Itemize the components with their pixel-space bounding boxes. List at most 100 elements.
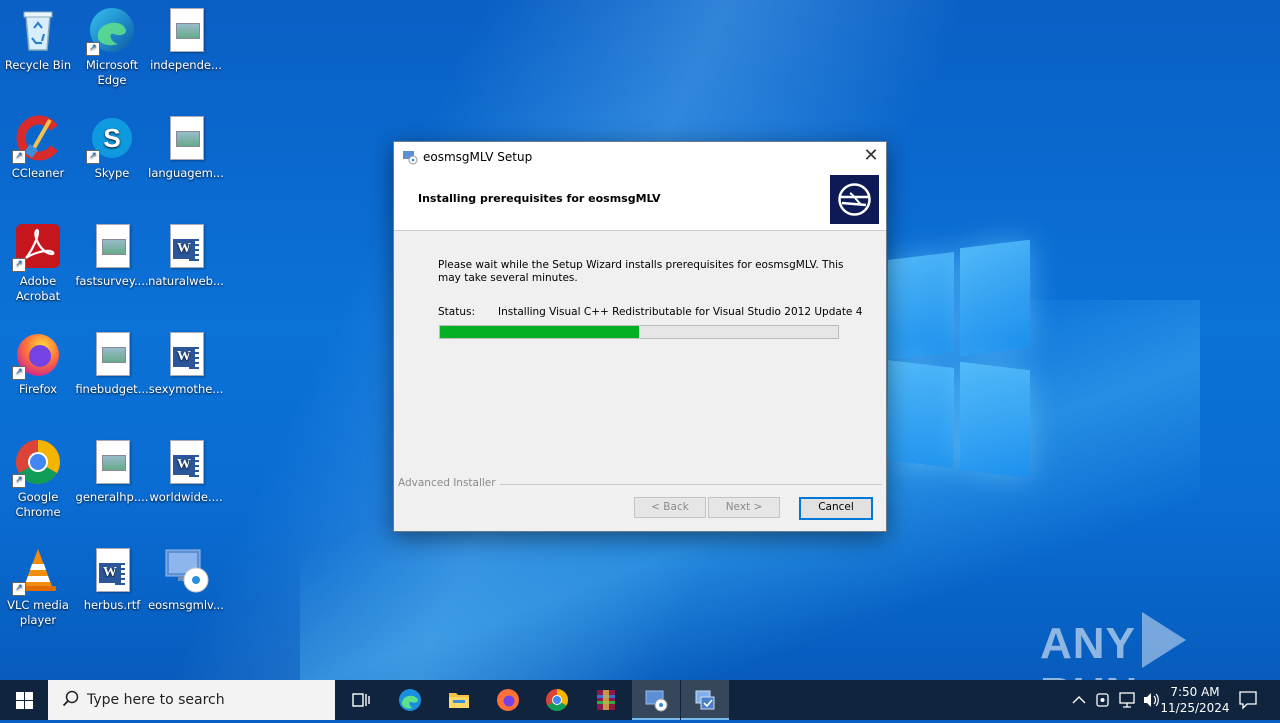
desktop-icon-label: VLC media player xyxy=(7,598,69,627)
desktop-icon-skype[interactable]: S ↗ Skype xyxy=(74,108,150,181)
desktop-icon-recycle-bin[interactable]: Recycle Bin xyxy=(0,0,76,73)
dialog-header: Installing prerequisites for eosmsgMLV xyxy=(394,172,886,231)
taskbar-file-explorer[interactable] xyxy=(435,680,483,720)
desktop-icon-label: CCleaner xyxy=(11,166,65,180)
desktop-icon-label: sexymothe... xyxy=(148,382,224,396)
desktop-icon-firefox[interactable]: ↗ Firefox xyxy=(0,324,76,397)
image-file-icon xyxy=(88,222,136,270)
word-doc-icon: W xyxy=(162,438,210,486)
edge-icon xyxy=(398,688,422,712)
desktop-icon-label: herbus.rtf xyxy=(83,598,141,612)
clock-date: 11/25/2024 xyxy=(1160,701,1230,715)
windows-wallpaper-logo xyxy=(888,239,1030,480)
desktop-icon-fastsurvey[interactable]: fastsurvey.... xyxy=(74,216,150,289)
desktop-icon-label: naturalweb... xyxy=(148,274,224,288)
word-doc-icon: W xyxy=(88,546,136,594)
close-icon: ✕ xyxy=(863,145,879,166)
desktop-icon-label: Recycle Bin xyxy=(4,58,72,72)
desktop-icon-naturalweb[interactable]: W naturalweb... xyxy=(148,216,224,289)
word-doc-icon: W xyxy=(162,222,210,270)
desktop-icon-ccleaner[interactable]: ↗ CCleaner xyxy=(0,108,76,181)
chrome-icon xyxy=(545,688,569,712)
taskbar-edge[interactable] xyxy=(386,680,434,720)
desktop-icon-label: Google Chrome xyxy=(15,490,61,519)
desktop-icon-languagem[interactable]: languagem... xyxy=(148,108,224,181)
taskbar: Type here to search 7:50 AM 11/25/2024 xyxy=(0,680,1280,720)
desktop-icon-herbus-rtf[interactable]: W herbus.rtf xyxy=(74,540,150,613)
desktop-icon-finebudget[interactable]: finebudget... xyxy=(74,324,150,397)
skype-icon: S ↗ xyxy=(86,114,136,164)
firefox-icon xyxy=(496,688,520,712)
image-file-icon xyxy=(162,6,210,54)
network-button[interactable] xyxy=(1116,680,1138,720)
notification-icon xyxy=(1239,691,1257,710)
word-doc-icon: W xyxy=(162,330,210,378)
speaker-icon xyxy=(1144,693,1159,707)
svg-text:S: S xyxy=(103,123,120,153)
task-view-icon xyxy=(348,688,372,712)
desktop-icon-worldwide[interactable]: W worldwide.... xyxy=(148,432,224,505)
setup-icon xyxy=(693,688,717,712)
action-center-button[interactable] xyxy=(1236,680,1260,720)
image-file-icon xyxy=(88,330,136,378)
ccleaner-icon: ↗ xyxy=(12,114,62,164)
dialog-title: eosmsgMLV Setup xyxy=(423,150,533,164)
desktop-icon-independe[interactable]: independe... xyxy=(148,0,224,73)
close-button[interactable]: ✕ xyxy=(856,142,886,172)
dialog-titlebar[interactable]: eosmsgMLV Setup ✕ xyxy=(394,142,886,172)
desktop-icon-label: Adobe Acrobat xyxy=(15,274,61,303)
firefox-icon: ↗ xyxy=(12,330,62,380)
taskbar-installer[interactable] xyxy=(632,680,680,720)
start-button[interactable] xyxy=(0,680,48,720)
next-button[interactable]: Next > xyxy=(708,497,780,518)
watermark-text-left: ANY xyxy=(1040,619,1136,668)
volume-button[interactable] xyxy=(1140,680,1162,720)
desktop-icon-label: finebudget... xyxy=(75,382,149,396)
tray-app-button[interactable] xyxy=(1092,680,1114,720)
taskbar-chrome[interactable] xyxy=(533,680,581,720)
progress-fill xyxy=(440,326,639,338)
meet-now-icon xyxy=(1096,693,1109,707)
desktop-icon-label: Firefox xyxy=(18,382,58,396)
desktop-icon-label: independe... xyxy=(150,58,222,72)
image-file-icon xyxy=(162,114,210,162)
taskbar-setup-wizard[interactable] xyxy=(681,680,729,720)
task-view-button[interactable] xyxy=(336,680,384,720)
wizard-description: Please wait while the Setup Wizard insta… xyxy=(438,259,844,284)
desktop-icon-google-chrome[interactable]: ↗ Google Chrome xyxy=(0,432,76,520)
winrar-icon xyxy=(594,688,618,712)
status-value: Installing Visual C++ Redistributable fo… xyxy=(498,306,863,318)
desktop-icon-eosmsgmlv[interactable]: eosmsgmlv... xyxy=(148,540,224,613)
desktop-icon-label: worldwide.... xyxy=(149,490,223,504)
chrome-icon: ↗ xyxy=(12,438,62,488)
installer-app-icon xyxy=(402,149,418,165)
install-progress-bar xyxy=(439,325,839,339)
image-file-icon xyxy=(88,438,136,486)
folder-icon xyxy=(447,688,471,712)
taskbar-search-box[interactable]: Type here to search xyxy=(48,680,335,720)
cancel-button[interactable]: Cancel xyxy=(799,497,873,520)
play-icon xyxy=(1141,612,1186,668)
desktop-icon-edge[interactable]: ↗ Microsoft Edge xyxy=(74,0,150,88)
header-title: Installing prerequisites for eosmsgMLV xyxy=(418,192,661,205)
desktop-icon-adobe-acrobat[interactable]: ↗ Adobe Acrobat xyxy=(0,216,76,304)
app-logo-icon xyxy=(830,175,879,224)
desktop-icon-vlc[interactable]: ↗ VLC media player xyxy=(0,540,76,628)
status-label: Status: xyxy=(438,306,475,318)
back-button[interactable]: < Back xyxy=(634,497,706,518)
edge-icon: ↗ xyxy=(86,6,136,56)
search-placeholder: Type here to search xyxy=(87,692,225,708)
taskbar-winrar[interactable] xyxy=(582,680,630,720)
desktop-icon-label: fastsurvey.... xyxy=(75,274,149,288)
desktop-icon-generalhp[interactable]: generalhp.... xyxy=(74,432,150,505)
clock-time: 7:50 AM xyxy=(1170,685,1220,699)
desktop-icon-label: languagem... xyxy=(148,166,224,180)
desktop-icon-sexymothe[interactable]: W sexymothe... xyxy=(148,324,224,397)
show-hidden-icons-button[interactable] xyxy=(1068,680,1090,720)
chevron-up-icon xyxy=(1072,696,1086,704)
taskbar-clock[interactable]: 7:50 AM 11/25/2024 xyxy=(1160,684,1230,716)
taskbar-firefox[interactable] xyxy=(484,680,532,720)
branding-label: Advanced Installer xyxy=(398,477,500,489)
vlc-icon: ↗ xyxy=(12,546,62,596)
desktop-icon-label: eosmsgmlv... xyxy=(148,598,224,612)
